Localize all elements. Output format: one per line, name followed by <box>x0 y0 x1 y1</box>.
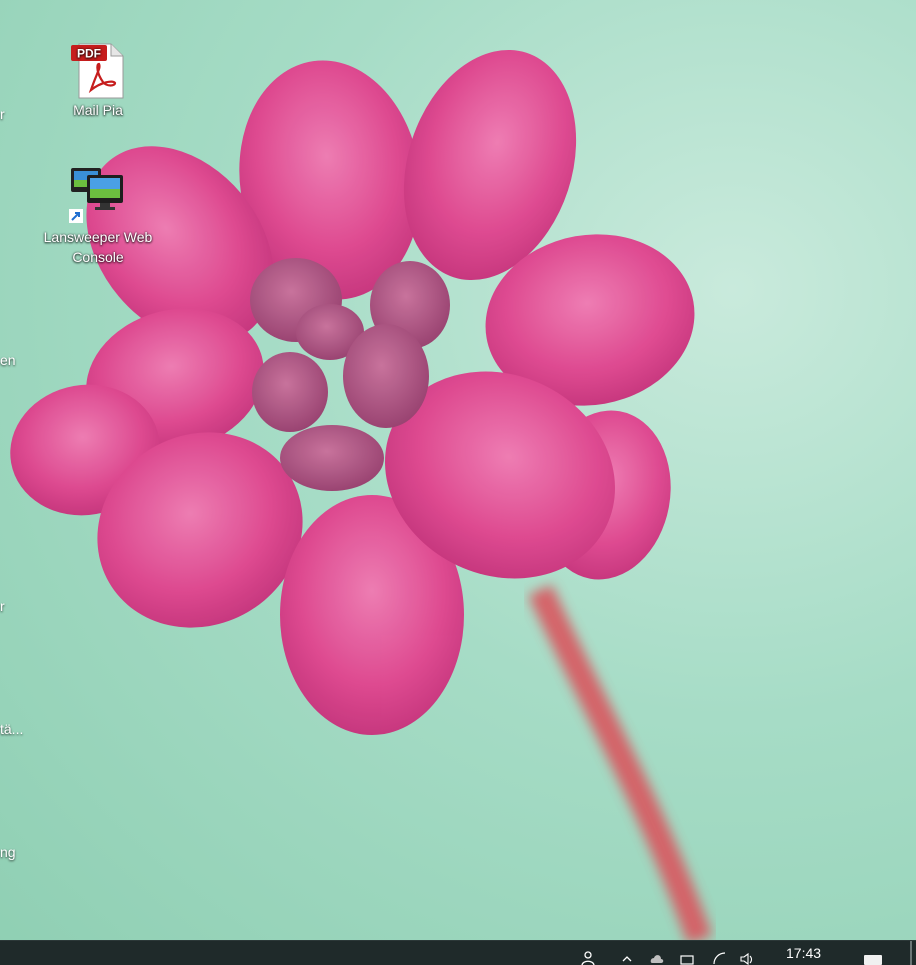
svg-text:PDF: PDF <box>77 47 101 61</box>
lansweeper-shortcut-icon <box>69 168 123 223</box>
clipped-desktop-label[interactable]: tä... <box>0 721 23 737</box>
chevron-up-icon[interactable] <box>620 951 634 965</box>
user-icon[interactable] <box>581 951 595 965</box>
clipped-desktop-label[interactable]: r <box>0 598 5 614</box>
keyboard-icon[interactable] <box>680 951 694 965</box>
show-desktop-button[interactable] <box>910 941 912 965</box>
desktop-icon-label: Lansweeper Web Console <box>43 229 153 265</box>
clipped-desktop-label[interactable]: en <box>0 352 16 368</box>
network-icon[interactable] <box>712 951 726 965</box>
desktop-icon-mail-pia[interactable]: PDF Mail Pia <box>38 42 158 120</box>
taskbar: 17:43 <box>0 940 916 965</box>
taskbar-clock[interactable]: 17:43 <box>786 945 821 961</box>
pdf-file-icon: PDF <box>71 43 124 99</box>
desktop-icon-lansweeper[interactable]: Lansweeper Web Console <box>38 165 158 267</box>
desktop-wallpaper <box>10 49 713 940</box>
clipped-desktop-label[interactable]: ng <box>0 844 16 860</box>
desktop-icon-label: Mail Pia <box>73 102 123 118</box>
flower <box>10 49 695 735</box>
volume-icon[interactable] <box>740 951 754 965</box>
clipped-desktop-label[interactable]: r <box>0 106 5 122</box>
cloud-icon[interactable] <box>650 951 664 965</box>
